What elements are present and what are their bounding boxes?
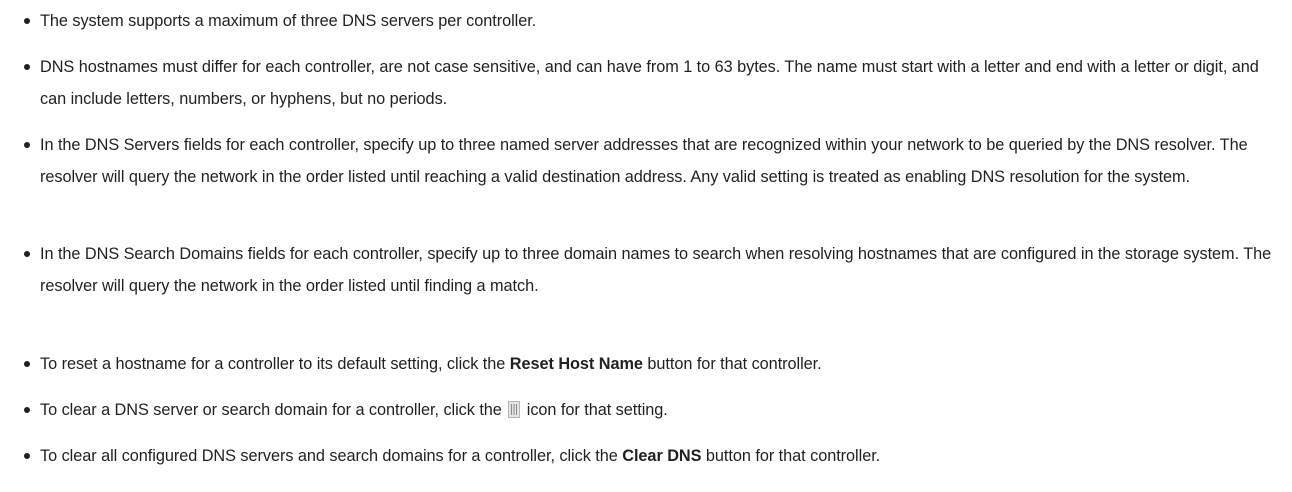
bullet-icon bbox=[13, 238, 37, 270]
text-after: button for that controller. bbox=[642, 355, 822, 373]
document-page: The system supports a maximum of three D… bbox=[0, 0, 1292, 492]
text-before: To clear all configured DNS servers and … bbox=[40, 447, 623, 465]
bullet-icon bbox=[13, 440, 37, 472]
clear-dns-label: Clear DNS bbox=[622, 447, 702, 465]
bullet-icon bbox=[13, 129, 37, 161]
list-item-text: To reset a hostname for a controller to … bbox=[40, 348, 1278, 380]
bullet-icon bbox=[13, 51, 37, 83]
bullet-icon bbox=[13, 5, 37, 37]
trash-icon bbox=[508, 401, 521, 418]
text-after: icon for that setting. bbox=[522, 401, 668, 419]
text-before: To reset a hostname for a controller to … bbox=[40, 355, 510, 373]
reset-host-name-label: Reset Host Name bbox=[509, 355, 643, 373]
list-item-text: In the DNS Servers fields for each contr… bbox=[40, 136, 1248, 186]
text-after: button for that controller. bbox=[701, 447, 881, 465]
text-before: To clear a DNS server or search domain f… bbox=[40, 401, 507, 419]
list-item-text: The system supports a maximum of three D… bbox=[40, 12, 537, 30]
list-item-text: To clear all configured DNS servers and … bbox=[40, 440, 1278, 472]
list-item-text: In the DNS Search Domains fields for eac… bbox=[40, 245, 1272, 295]
list-item-text: To clear a DNS server or search domain f… bbox=[40, 394, 1278, 426]
bullet-icon bbox=[13, 394, 37, 426]
list-item-text: DNS hostnames must differ for each contr… bbox=[40, 58, 1259, 108]
bullet-icon bbox=[13, 348, 37, 380]
